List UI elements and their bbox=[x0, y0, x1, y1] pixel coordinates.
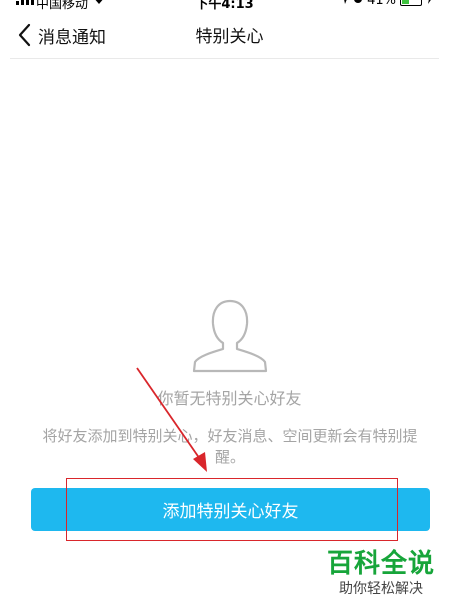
empty-state-description: 将好友添加到特别关心，好友消息、空间更新会有特别提醒。 bbox=[42, 427, 418, 466]
watermark-subtitle: 助你轻松解决 bbox=[339, 581, 423, 597]
add-special-friend-button[interactable]: 添加特别关心好友 bbox=[31, 488, 430, 531]
watermark-title: 百科全说 bbox=[326, 549, 435, 579]
empty-state-title: 你暂无特别关心好友 bbox=[157, 389, 302, 408]
person-placeholder-icon bbox=[192, 299, 268, 373]
watermark-logo: 百科全说 助你轻松解决 bbox=[322, 548, 440, 598]
add-special-friend-button-label: 添加特别关心好友 bbox=[162, 502, 299, 522]
